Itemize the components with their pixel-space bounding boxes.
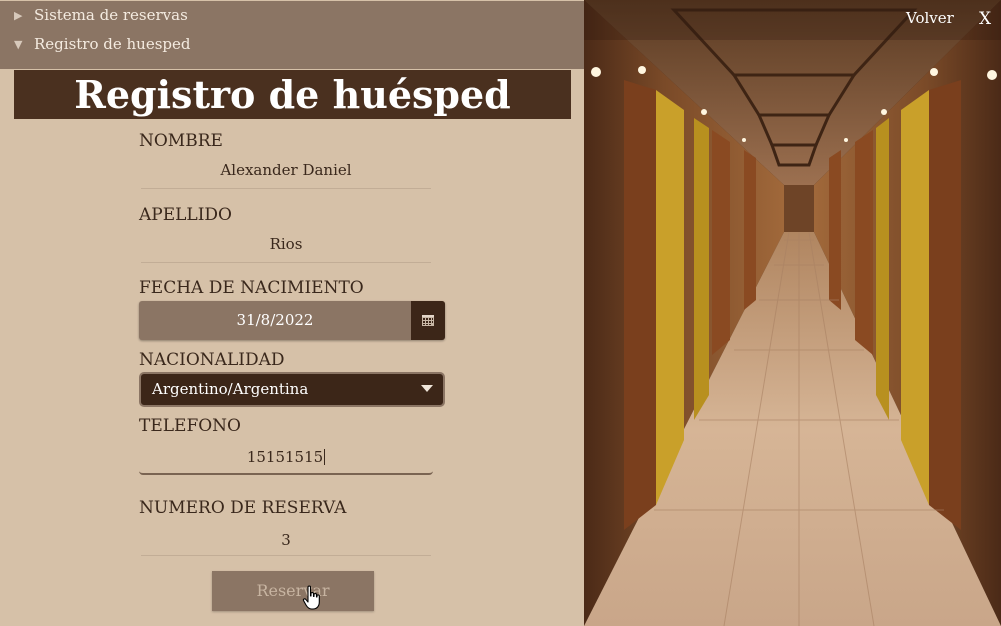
accordion-sistema-reservas[interactable]: ▶ Sistema de reservas: [0, 1, 584, 30]
page-title: Registro de huésped: [14, 70, 571, 119]
nacionalidad-selected: Argentino/Argentina: [152, 380, 309, 398]
fecha-label: FECHA DE NACIMIENTO: [139, 278, 364, 298]
calendar-button[interactable]: [411, 301, 445, 340]
telefono-label: TELEFONO: [139, 416, 241, 436]
triangle-down-icon: ▼: [14, 38, 23, 51]
fecha-input[interactable]: 31/8/2022: [139, 301, 411, 340]
chevron-down-icon[interactable]: [421, 385, 433, 392]
hotel-corridor-image: [584, 0, 1001, 626]
nacionalidad-select[interactable]: Argentino/Argentina: [139, 372, 445, 407]
nacionalidad-label: NACIONALIDAD: [139, 350, 285, 370]
reserva-value: 3: [281, 531, 291, 549]
reserva-label: NUMERO DE RESERVA: [139, 498, 347, 518]
hand-cursor-icon: [302, 585, 320, 610]
calendar-icon: [422, 315, 434, 326]
volver-button[interactable]: Volver: [906, 9, 954, 27]
hotel-corridor-image-svg: [584, 0, 1001, 626]
apellido-underline: [141, 262, 431, 263]
triangle-right-icon: ▶: [14, 9, 23, 22]
accordion-label: Sistema de reservas: [34, 6, 188, 24]
telefono-input[interactable]: 15151515: [139, 444, 433, 470]
telefono-field[interactable]: 15151515: [139, 444, 433, 475]
nombre-underline: [141, 188, 431, 189]
close-button[interactable]: X: [979, 9, 991, 29]
apellido-label: APELLIDO: [139, 205, 232, 225]
registration-panel: ▶ Sistema de reservas ▼ Registro de hues…: [0, 0, 584, 626]
apellido-input[interactable]: Rios: [139, 235, 433, 253]
reserva-underline: [141, 555, 431, 556]
nombre-label: NOMBRE: [139, 131, 223, 151]
fecha-nacimiento-field[interactable]: 31/8/2022: [139, 301, 445, 340]
nombre-input[interactable]: Alexander Daniel: [139, 161, 433, 179]
accordion-label: Registro de huesped: [34, 35, 191, 53]
accordion-registro-huesped[interactable]: ▼ Registro de huesped: [0, 30, 584, 59]
reservar-button[interactable]: Reservar: [212, 571, 374, 611]
